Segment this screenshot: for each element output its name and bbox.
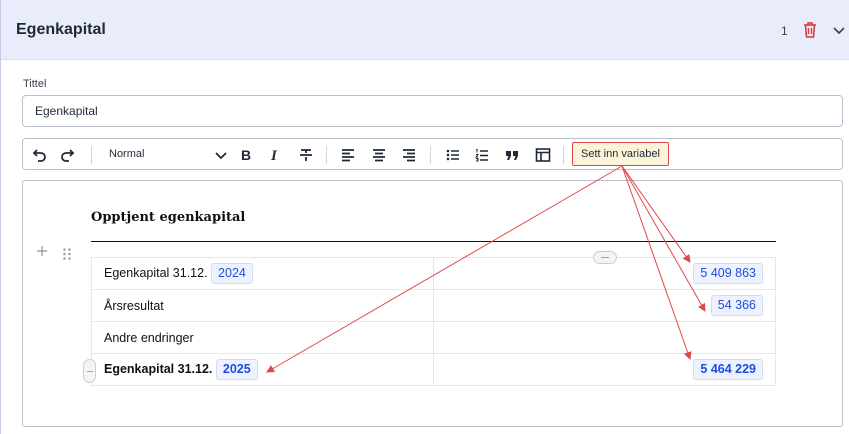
text-style-select[interactable]: Normal (101, 144, 229, 166)
align-left-button[interactable] (338, 145, 358, 165)
blockquote-button[interactable] (502, 145, 522, 165)
drag-block-handle[interactable] (62, 247, 72, 261)
table-icon (535, 148, 551, 162)
add-block-button[interactable] (36, 245, 48, 259)
row-label: Årsresultat (104, 298, 164, 313)
bullet-list-icon (446, 149, 459, 161)
variable-chip[interactable]: 5 409 863 (693, 263, 763, 284)
trash-icon (804, 22, 816, 38)
bullet-list-button[interactable] (443, 145, 463, 165)
align-center-icon (373, 149, 385, 162)
strikethrough-icon (300, 149, 312, 161)
table-row: Andre endringer (91, 321, 776, 354)
heading-rule (91, 241, 776, 242)
toolbar-divider (563, 146, 564, 164)
row-label: Andre endringer (104, 330, 194, 345)
section-header[interactable]: Egenkapital 1 (1, 0, 849, 60)
section-count: 1 (781, 24, 788, 38)
delete-button[interactable] (801, 20, 819, 40)
table-row: Egenkapital 31.12. 2024 5 409 863 (91, 257, 776, 290)
column-resize-handle[interactable] (593, 251, 617, 264)
numbered-list-icon (474, 149, 488, 162)
align-center-button[interactable] (369, 145, 389, 165)
toolbar-divider (91, 146, 92, 164)
table-cell-label[interactable]: Årsresultat (91, 289, 434, 322)
table-row: Egenkapital 31.12. 2025 5 464 229 (91, 353, 776, 386)
undo-button[interactable] (29, 145, 49, 165)
numbered-list-button[interactable] (472, 145, 492, 165)
plus-icon (37, 246, 47, 256)
variable-chip[interactable]: 5 464 229 (693, 359, 763, 380)
variable-chip[interactable]: 2025 (215, 359, 258, 380)
title-field-label: Tittel (23, 78, 47, 90)
equity-section-panel: Egenkapital 1 Tittel Egenkapital Normal … (0, 0, 849, 434)
align-right-button[interactable] (399, 145, 419, 165)
title-field[interactable] (22, 95, 843, 127)
redo-button[interactable] (58, 145, 78, 165)
table-cell-label[interactable]: Egenkapital 31.12. 2024 (91, 257, 434, 290)
strikethrough-button[interactable] (296, 145, 316, 165)
svg-text:B: B (241, 147, 251, 163)
row-label: Egenkapital 31.12. (104, 266, 208, 280)
rich-text-editor[interactable]: Opptjent egenkapital Egenkapital 31.12. … (22, 180, 843, 427)
text-style-value: Normal (109, 148, 145, 160)
table-cell-value[interactable]: 54 366 (433, 289, 776, 322)
blockquote-icon (506, 151, 518, 160)
variable-chip[interactable]: 54 366 (710, 295, 763, 316)
table-cell-label[interactable]: Egenkapital 31.12. 2025 (91, 353, 434, 386)
chevron-down-icon (215, 152, 227, 160)
variable-chip[interactable]: 2024 (211, 263, 253, 284)
table-cell-value[interactable]: 5 464 229 (433, 353, 776, 386)
document-heading: Opptjent egenkapital (91, 210, 246, 225)
redo-icon (61, 149, 75, 162)
insert-table-button[interactable] (533, 145, 553, 165)
table-cell-label[interactable]: Andre endringer (91, 321, 434, 354)
bold-icon: B (241, 147, 251, 163)
collapse-toggle[interactable] (831, 22, 847, 38)
italic-icon: I (270, 148, 278, 164)
svg-text:I: I (270, 148, 278, 164)
drag-handle-icon (63, 248, 71, 260)
section-title: Egenkapital (16, 21, 106, 38)
undo-icon (32, 149, 46, 162)
align-left-icon (342, 149, 354, 162)
row-resize-handle[interactable] (83, 359, 96, 383)
equity-table: Egenkapital 31.12. 2024 5 409 863 Årsres… (91, 257, 776, 386)
align-right-icon (403, 149, 415, 162)
toolbar-divider (326, 146, 327, 164)
toolbar-divider (430, 146, 431, 164)
row-label: Egenkapital 31.12. (104, 362, 213, 376)
insert-variable-button[interactable]: Sett inn variabel (572, 142, 669, 166)
editor-toolbar: Normal B I Sett inn variabel (22, 138, 843, 170)
italic-button[interactable]: I (265, 145, 285, 165)
chevron-down-icon (833, 27, 845, 35)
table-cell-value[interactable] (433, 321, 776, 354)
table-row: Årsresultat 54 366 (91, 289, 776, 322)
bold-button[interactable]: B (236, 145, 256, 165)
